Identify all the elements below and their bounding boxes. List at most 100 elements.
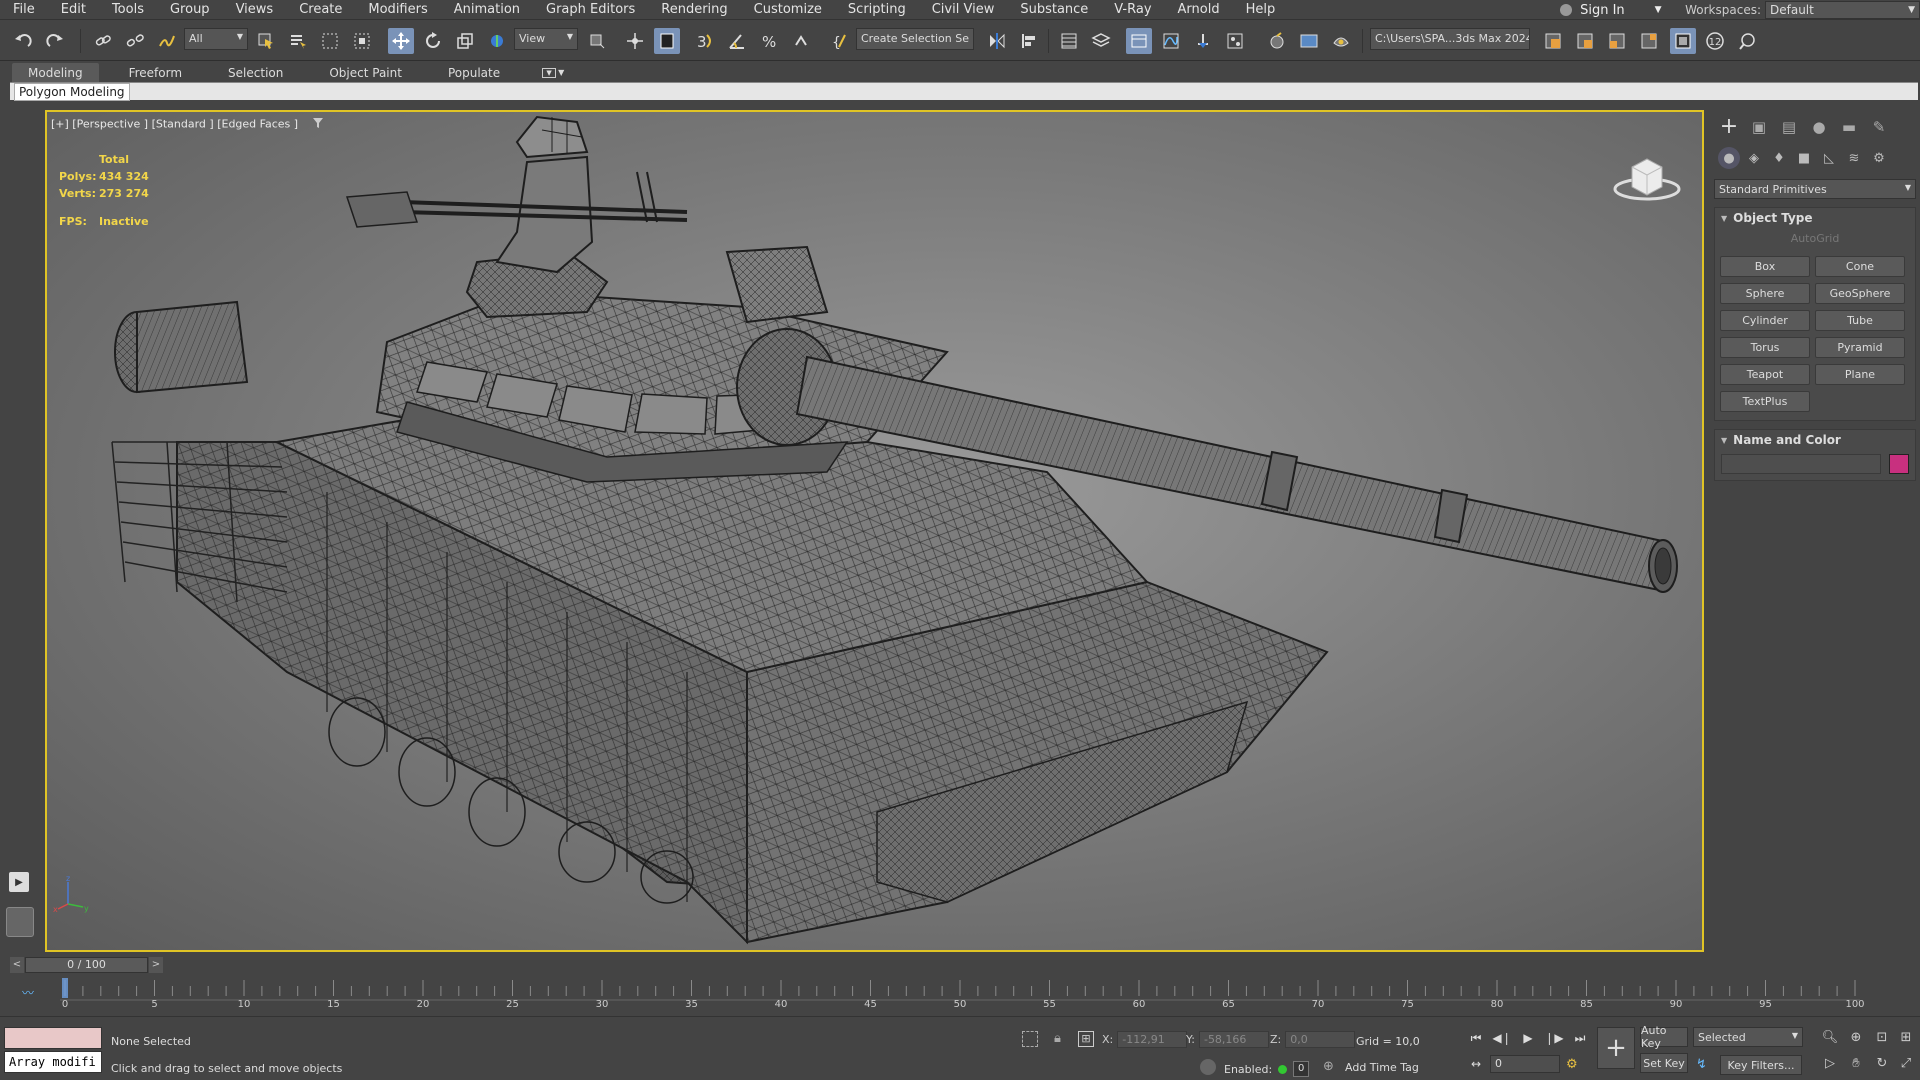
name-and-color-header[interactable]: ▼ Name and Color — [1715, 430, 1915, 450]
vray-icon-3[interactable] — [1604, 28, 1630, 54]
pyramid-button[interactable]: Pyramid — [1815, 337, 1905, 358]
menu-create[interactable]: Create — [286, 2, 355, 17]
time-slider-next-icon[interactable]: > — [149, 957, 163, 973]
mirror-icon[interactable] — [984, 28, 1010, 54]
zoom-icon[interactable]: 🔍︎ — [1820, 1027, 1840, 1047]
go-to-end-icon[interactable]: ⏭ — [1570, 1029, 1590, 1047]
play-preview-icon[interactable]: ▶ — [9, 872, 29, 892]
redo-icon[interactable] — [42, 28, 68, 54]
reference-coordinate-dropdown[interactable]: View ▼ — [514, 28, 578, 50]
textplus-button[interactable]: TextPlus — [1720, 391, 1810, 412]
vray-icon-1[interactable] — [1540, 28, 1566, 54]
cone-button[interactable]: Cone — [1815, 256, 1905, 277]
plane-button[interactable]: Plane — [1815, 364, 1905, 385]
select-and-rotate-icon[interactable] — [420, 28, 446, 54]
render-production-icon[interactable] — [1328, 28, 1354, 54]
menu-substance[interactable]: Substance — [1007, 2, 1101, 17]
menu-group[interactable]: Group — [157, 2, 223, 17]
polygon-modeling-label[interactable]: Polygon Modeling — [14, 83, 130, 101]
maxscript-listener-output[interactable] — [4, 1027, 102, 1049]
shapes-icon[interactable]: ◈ — [1743, 147, 1765, 169]
unlink-icon[interactable] — [122, 28, 148, 54]
menu-edit[interactable]: Edit — [48, 2, 99, 17]
menu-help[interactable]: Help — [1233, 2, 1289, 17]
align-icon[interactable] — [1016, 28, 1042, 54]
orbit-icon[interactable]: ↻ — [1872, 1053, 1892, 1073]
x-value[interactable]: -112,91 — [1117, 1031, 1188, 1048]
menu-civil-view[interactable]: Civil View — [919, 2, 1008, 17]
curve-editor-toggle-icon[interactable]: 〰 — [22, 984, 38, 1000]
sphere-button[interactable]: Sphere — [1720, 283, 1810, 304]
utilities-tab-icon[interactable]: ✎ — [1866, 114, 1892, 140]
menu-animation[interactable]: Animation — [441, 2, 533, 17]
enabled-value[interactable]: 0 — [1293, 1061, 1310, 1077]
schematic-view-icon[interactable] — [1190, 28, 1216, 54]
spinner-snap-icon[interactable] — [788, 28, 814, 54]
project-folder-dropdown[interactable]: C:\Users\SPA...3ds Max 2024 — [1370, 28, 1530, 50]
menu-arnold[interactable]: Arnold — [1165, 2, 1233, 17]
display-tab-icon[interactable]: ▬ — [1836, 114, 1862, 140]
menu-rendering[interactable]: Rendering — [648, 2, 740, 17]
time-slider-prev-icon[interactable]: < — [10, 957, 24, 973]
tab-freeform[interactable]: Freeform — [113, 63, 198, 82]
zoom-extents-icon[interactable]: ⊡ — [1872, 1027, 1892, 1047]
bind-space-warp-icon[interactable] — [154, 28, 180, 54]
space-warps-icon[interactable]: ≋ — [1843, 147, 1865, 169]
absolute-mode-icon[interactable]: ⊞ — [1078, 1031, 1094, 1047]
tank-wireframe-model[interactable] — [47, 112, 1702, 950]
window-crossing-icon[interactable] — [349, 28, 375, 54]
link-icon[interactable] — [90, 28, 116, 54]
menu-vray[interactable]: V-Ray — [1101, 2, 1164, 17]
edit-named-selection-icon[interactable]: { — [826, 28, 852, 54]
select-and-move-icon[interactable] — [388, 28, 414, 54]
perspective-viewport[interactable]: [+] [Perspective ] [Standard ] [Edged Fa… — [45, 110, 1704, 952]
snaps-toggle-icon[interactable]: 3 — [692, 28, 718, 54]
time-tag-icon[interactable]: ⊕ — [1323, 1059, 1334, 1074]
field-of-view-icon[interactable]: ▷ — [1820, 1053, 1840, 1073]
render-setup-icon[interactable] — [1264, 28, 1290, 54]
hierarchy-tab-icon[interactable]: ▤ — [1776, 114, 1802, 140]
undo-icon[interactable] — [10, 28, 36, 54]
sign-in-button[interactable]: Sign In ▼ — [1550, 0, 1675, 20]
cylinder-button[interactable]: Cylinder — [1720, 310, 1810, 331]
z-value[interactable]: 0,0 — [1285, 1031, 1356, 1048]
material-editor-icon[interactable] — [1222, 28, 1248, 54]
viewcube[interactable] — [1612, 147, 1682, 207]
select-and-scale-icon[interactable] — [452, 28, 478, 54]
menu-customize[interactable]: Customize — [741, 2, 835, 17]
zoom-extents-all-icon[interactable]: ⊞ — [1896, 1027, 1916, 1047]
time-slider[interactable]: 0 / 100 — [25, 957, 148, 973]
default-tangents-icon[interactable]: ↯ — [1696, 1057, 1707, 1072]
systems-icon[interactable]: ⚙ — [1868, 147, 1890, 169]
object-color-swatch[interactable] — [1889, 454, 1909, 474]
teapot-button[interactable]: Teapot — [1720, 364, 1810, 385]
geometry-icon[interactable]: ● — [1718, 147, 1740, 169]
geosphere-button[interactable]: GeoSphere — [1815, 283, 1905, 304]
create-tab-icon[interactable]: + — [1716, 114, 1742, 140]
layer-explorer-icon[interactable] — [1088, 28, 1114, 54]
keyboard-shortcut-override-icon[interactable] — [654, 28, 680, 54]
zoom-all-icon[interactable]: ⊕ — [1846, 1027, 1866, 1047]
vray-frame-buffer-icon[interactable] — [1670, 28, 1696, 54]
time-configuration-icon[interactable]: ⚙ — [1566, 1057, 1578, 1072]
select-object-icon[interactable] — [253, 28, 279, 54]
help-search-icon[interactable] — [1734, 28, 1760, 54]
current-frame-input[interactable]: 0 — [1490, 1055, 1560, 1073]
scene-explorer-icon[interactable] — [1056, 28, 1082, 54]
tab-modeling[interactable]: Modeling — [12, 63, 99, 82]
current-frame-marker[interactable] — [62, 978, 68, 998]
menu-file[interactable]: File — [0, 2, 48, 17]
box-button[interactable]: Box — [1720, 256, 1810, 277]
pan-icon[interactable]: ✋︎ — [1846, 1053, 1866, 1073]
key-filters-button[interactable]: Key Filters... — [1720, 1055, 1802, 1075]
set-keys-icon[interactable]: + — [1597, 1027, 1635, 1069]
percent-snap-icon[interactable]: % — [756, 28, 782, 54]
play-icon[interactable]: ▶ — [1518, 1029, 1538, 1047]
motion-tab-icon[interactable]: ● — [1806, 114, 1832, 140]
toggle-ribbon-icon[interactable] — [1126, 28, 1152, 54]
go-to-start-icon[interactable]: ⏮ — [1466, 1029, 1486, 1047]
torus-button[interactable]: Torus — [1720, 337, 1810, 358]
selection-filter-dropdown[interactable]: All ▼ — [184, 28, 248, 50]
vray-icon-4[interactable] — [1636, 28, 1662, 54]
tab-populate[interactable]: Populate — [432, 63, 516, 82]
